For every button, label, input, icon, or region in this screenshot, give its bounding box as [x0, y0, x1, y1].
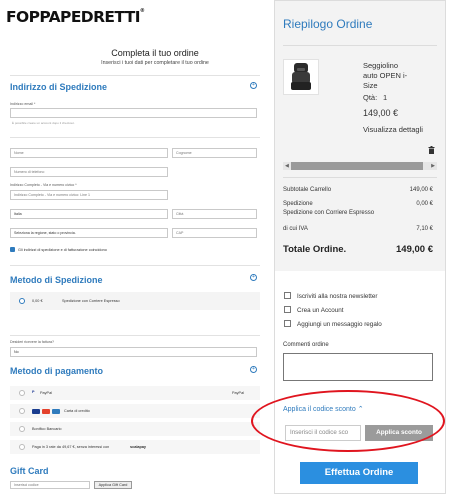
- subtotal-label: Subtotale Carrello: [283, 187, 332, 193]
- collapse-icon[interactable]: +: [250, 366, 257, 373]
- email-field[interactable]: [10, 108, 257, 118]
- amex-icon: [52, 409, 60, 414]
- product-qty-label: Qtà:: [363, 93, 378, 102]
- shipping-sub: Spedizione con Corriere Espresso: [283, 210, 375, 216]
- section-divider: [10, 137, 260, 138]
- checkout-form: FOPPAPEDRETTI® Completa il tuo ordine In…: [0, 0, 272, 500]
- apply-coupon-button[interactable]: Applica sconto: [365, 425, 433, 441]
- country-select[interactable]: Italia: [10, 209, 168, 219]
- product-name-line: Seggiolino: [363, 61, 399, 70]
- street-field[interactable]: Indirizzo Completo - Via e numero civico…: [10, 190, 168, 200]
- section-divider: [10, 335, 260, 336]
- collapse-icon[interactable]: +: [250, 82, 257, 89]
- section-divider: [10, 265, 260, 266]
- payment-option-card[interactable]: Carta di credito: [10, 404, 260, 418]
- product-qty: 1: [383, 93, 388, 102]
- shipping-carrier: Spedizione con Corriere Espresso: [62, 299, 120, 303]
- shipping-radio[interactable]: [19, 298, 25, 304]
- shipping-label: Spedizione: [283, 201, 313, 207]
- summary-divider: [283, 45, 437, 46]
- gift-message-checkbox[interactable]: [284, 320, 291, 327]
- visa-icon: [32, 409, 40, 414]
- paypal-right-label: PayPal: [232, 391, 245, 395]
- order-summary: Riepilogo Ordine Seggiolino auto OPEN i-…: [274, 0, 446, 494]
- shipping-price: 0,00 €: [32, 299, 43, 303]
- gift-message-label: Aggiungi un messaggio regalo: [297, 321, 382, 328]
- payment-method-title: Metodo di pagamento: [10, 366, 103, 376]
- brand-logo[interactable]: FOPPAPEDRETTI®: [6, 8, 145, 26]
- coupon-toggle[interactable]: Applica il codice sconto ⌃: [283, 405, 364, 413]
- comments-textarea[interactable]: [283, 353, 433, 381]
- phone-field[interactable]: Numero di telefono: [10, 167, 168, 177]
- city-field[interactable]: Città: [172, 209, 257, 219]
- vat-value: 7,10 €: [416, 226, 433, 232]
- payment-radio[interactable]: [19, 390, 25, 396]
- same-address-label: Gli indirizzi di spedizione e di fattura…: [18, 248, 107, 252]
- payment-radio[interactable]: [19, 444, 25, 450]
- payment-label: PayPal: [40, 391, 53, 395]
- collapse-icon[interactable]: +: [250, 274, 257, 281]
- payment-radio[interactable]: [19, 408, 25, 414]
- newsletter-checkbox[interactable]: [284, 292, 291, 299]
- vat-label: di cui IVA: [283, 226, 308, 232]
- scroll-right-icon[interactable]: ▶: [431, 163, 435, 169]
- email-label: Indirizzo email *: [10, 102, 36, 106]
- payment-option-paypal[interactable]: P PayPal PayPal: [10, 386, 260, 400]
- product-name-line: Size: [363, 81, 378, 90]
- paypal-icon: P: [32, 390, 35, 394]
- page-title: Completa il tuo ordine: [111, 48, 199, 58]
- trash-icon[interactable]: [428, 146, 435, 154]
- brand-mark: ®: [139, 8, 145, 14]
- region-select[interactable]: Seleziona la regione, stato o provincia.: [10, 228, 168, 238]
- payment-label: Paga in 3 rate da 49,67 €, senza interes…: [32, 445, 110, 449]
- street-label: Indirizzo Completo - Via e numero civico…: [10, 183, 77, 187]
- invoice-label: Desideri ricevere la fattura?: [10, 340, 54, 344]
- newsletter-label: Iscriviti alla nostra newsletter: [297, 293, 378, 300]
- create-account-label: Crea un Account: [297, 307, 344, 314]
- payment-option-bank[interactable]: Bonifico Bancario: [10, 422, 260, 436]
- chevron-up-icon: ⌃: [357, 406, 364, 413]
- payment-radio[interactable]: [19, 426, 25, 432]
- page-subtitle: Inserisci i tuoi dati per completare il …: [101, 60, 209, 66]
- product-price: 149,00 €: [363, 108, 399, 118]
- car-seat-icon: [291, 63, 311, 90]
- invoice-select[interactable]: No: [10, 347, 257, 357]
- coupon-toggle-label: Applica il codice sconto: [283, 406, 356, 413]
- scroll-thumb[interactable]: [291, 162, 423, 170]
- shipping-value: 0,00 €: [416, 201, 433, 207]
- comments-label: Commenti ordine: [283, 342, 329, 348]
- horizontal-scrollbar[interactable]: ◀ ▶: [283, 162, 437, 170]
- summary-title: Riepilogo Ordine: [283, 17, 373, 31]
- product-name-line: auto OPEN i-: [363, 71, 408, 80]
- shipping-method-title: Metodo di Spedizione: [10, 275, 103, 285]
- payment-label: Bonifico Bancario: [32, 427, 62, 431]
- payment-label: Carta di credito: [64, 409, 90, 413]
- total-value: 149,00 €: [396, 244, 433, 255]
- last-name-field[interactable]: Cognome: [172, 148, 257, 158]
- apply-gift-card-button[interactable]: Applica Gift Card: [94, 481, 132, 489]
- section-divider: [10, 75, 260, 76]
- payment-option-scalapay[interactable]: Paga in 3 rate da 49,67 €, senza interes…: [10, 440, 260, 454]
- scalapay-logo: scalapay: [130, 445, 147, 449]
- gift-card-title: Gift Card: [10, 466, 49, 476]
- mastercard-icon: [42, 409, 50, 414]
- subtotal-value: 149,00 €: [409, 187, 433, 193]
- total-label: Totale Ordine.: [283, 244, 347, 255]
- shipping-option[interactable]: 0,00 € Spedizione con Corriere Espresso: [10, 292, 260, 310]
- create-account-checkbox[interactable]: [284, 306, 291, 313]
- summary-divider: [283, 177, 437, 178]
- zip-field[interactable]: CAP: [172, 228, 257, 238]
- same-address-checkbox[interactable]: [10, 247, 15, 252]
- view-details-link[interactable]: Visualizza dettagli: [363, 125, 423, 134]
- coupon-code-input[interactable]: Inserisci il codice sco: [285, 425, 361, 441]
- gift-card-select[interactable]: Inserisci codice: [10, 481, 90, 489]
- scroll-left-icon[interactable]: ◀: [285, 163, 289, 169]
- brand-name: FOPPAPEDRETTI: [6, 8, 140, 26]
- shipping-address-title: Indirizzo di Spedizione: [10, 82, 108, 92]
- first-name-field[interactable]: Nome: [10, 148, 168, 158]
- place-order-button[interactable]: Effettua Ordine: [300, 462, 418, 484]
- product-image: [283, 59, 319, 95]
- email-hint: È possibile creare un account dopo il ch…: [12, 121, 75, 125]
